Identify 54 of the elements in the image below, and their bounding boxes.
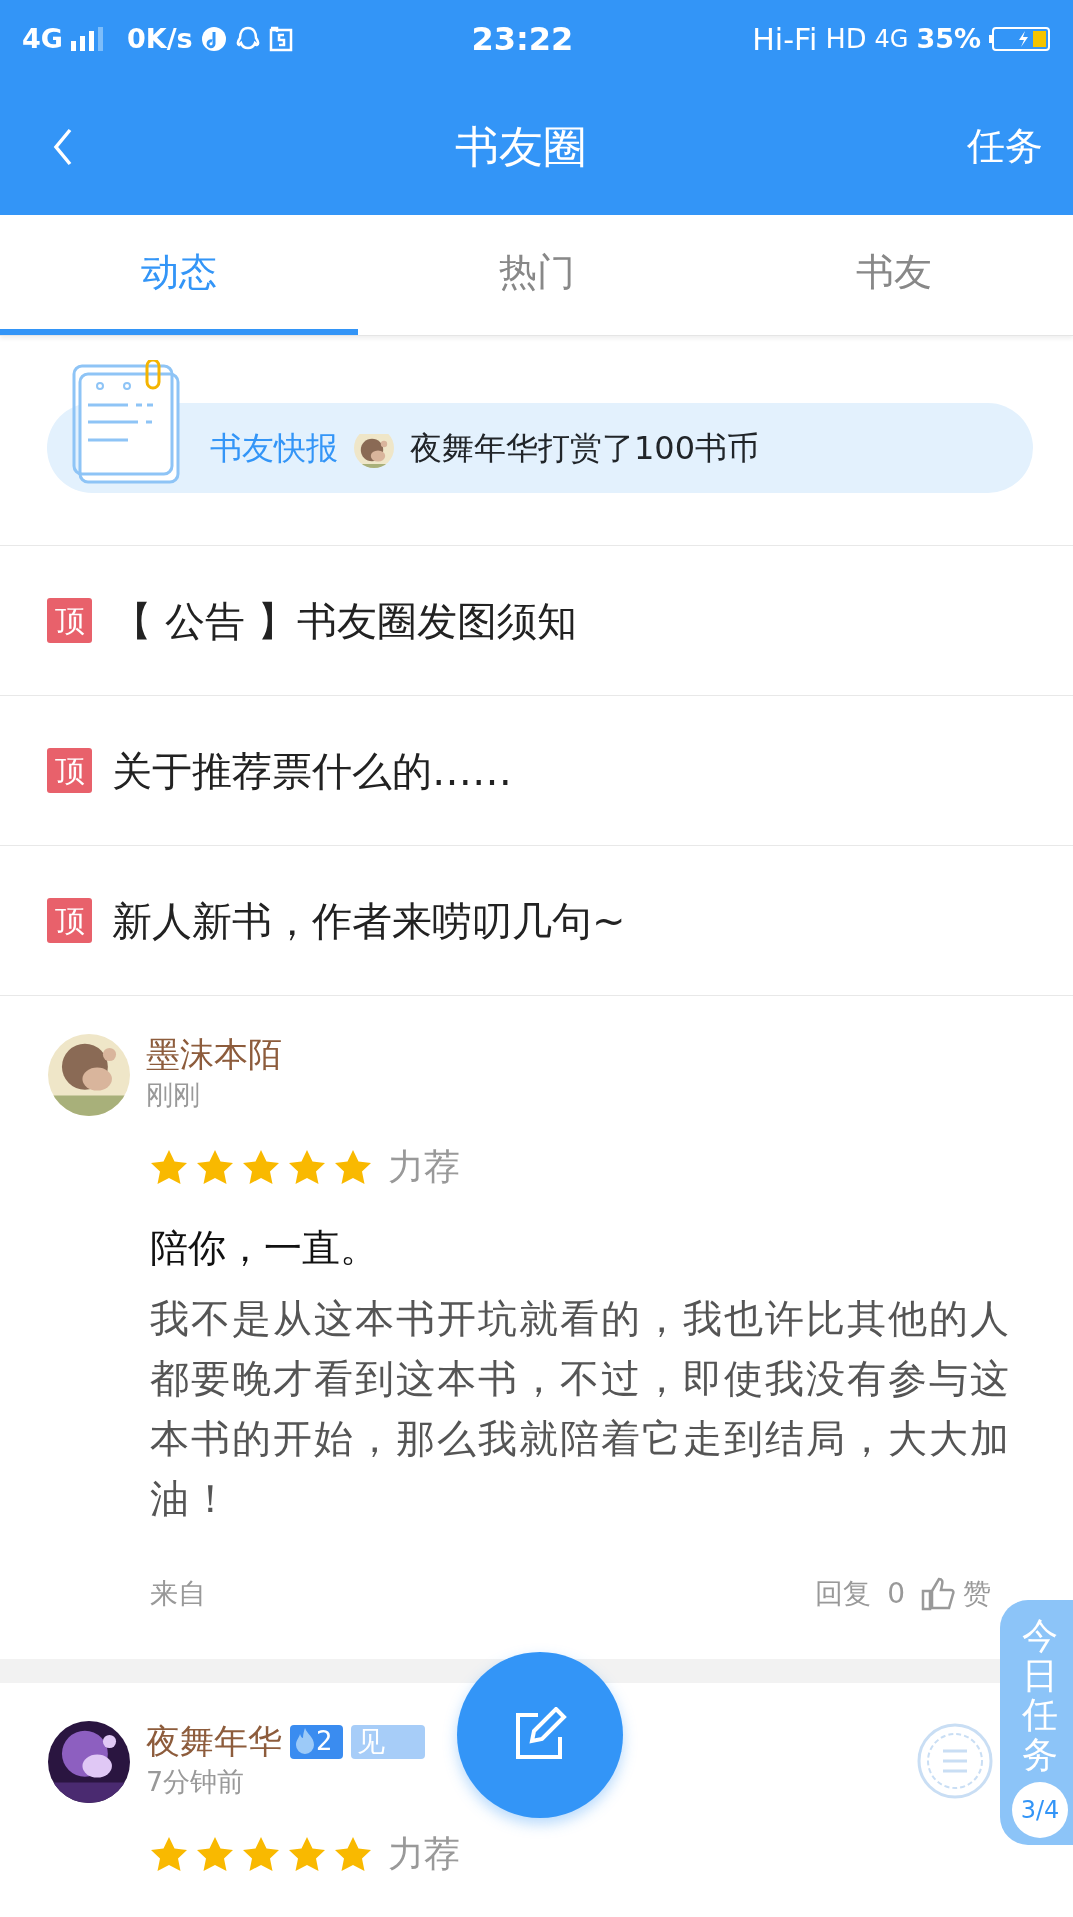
rating-label: 力荐 bbox=[388, 1145, 460, 1189]
tab[interactable]: 书友 bbox=[715, 215, 1073, 335]
rating-label: 力荐 bbox=[388, 1832, 460, 1876]
pinned-post-title[interactable]: 关于推荐票什么的…… bbox=[112, 740, 512, 801]
network-label: 4G bbox=[22, 21, 63, 56]
star-icon bbox=[150, 1149, 188, 1185]
pin-badge: 顶 bbox=[47, 748, 92, 793]
post-title: 陪你，一直。 bbox=[150, 1225, 379, 1272]
username[interactable]: 夜舞年华 bbox=[146, 1721, 282, 1763]
username[interactable]: 墨沫本陌 bbox=[146, 1034, 282, 1076]
battery-icon bbox=[989, 26, 1051, 52]
post-time: 刚刚 bbox=[146, 1078, 201, 1113]
task-label: 今日任务 bbox=[1022, 1616, 1058, 1775]
star-icon bbox=[196, 1836, 234, 1872]
title-badge: 见 bbox=[350, 1724, 425, 1759]
like-link[interactable]: 赞 bbox=[963, 1573, 991, 1615]
tab[interactable]: 动态 bbox=[0, 215, 358, 335]
star-icon bbox=[334, 1149, 372, 1185]
signal-icon bbox=[70, 27, 103, 51]
battery-percent: 35% bbox=[916, 21, 981, 56]
task-link[interactable]: 任务 bbox=[967, 118, 1043, 175]
flame-icon bbox=[294, 1727, 316, 1756]
time-label: 23:22 bbox=[470, 19, 575, 60]
reply-count: 0 bbox=[887, 1576, 905, 1612]
penguin-icon bbox=[234, 26, 261, 52]
news-label: 书友快报 bbox=[210, 428, 338, 469]
notepad-icon bbox=[72, 360, 182, 485]
hifi-label: Hi-Fi bbox=[752, 20, 818, 59]
compose-button[interactable] bbox=[457, 1652, 623, 1818]
news-text: 夜舞年华打赏了100书币 bbox=[410, 428, 760, 469]
reply-link[interactable]: 回复 bbox=[815, 1573, 872, 1615]
pin-badge: 顶 bbox=[47, 598, 92, 643]
page-title: 书友圈 bbox=[454, 119, 587, 174]
thumbs-up-icon[interactable] bbox=[921, 1577, 955, 1611]
post-body: 我不是从这本书开坑就看的，我也许比其他的人都要晚才看到这本书，不过，即使我没有参与这本书的开始，那么我就陪着它走到结局，大大加油！ bbox=[150, 1295, 1012, 1523]
star-icon bbox=[288, 1149, 326, 1185]
hd-label: HD bbox=[825, 21, 867, 56]
star-icon bbox=[242, 1836, 280, 1872]
star-icon bbox=[242, 1149, 280, 1185]
star-icon bbox=[288, 1836, 326, 1872]
star-icon bbox=[334, 1836, 372, 1872]
tab[interactable]: 热门 bbox=[357, 215, 716, 335]
music-icon bbox=[200, 26, 227, 52]
screenshot-icon bbox=[268, 26, 293, 52]
pinned-post-title[interactable]: 新人新书，作者来唠叨几句~ bbox=[112, 890, 626, 951]
pin-badge: 顶 bbox=[47, 898, 92, 943]
post-time: 7分钟前 bbox=[146, 1765, 246, 1800]
speed-label: 0K/s bbox=[126, 21, 193, 56]
fan-level-badge: 2 bbox=[290, 1724, 343, 1759]
network-label: 4G bbox=[874, 24, 909, 55]
pinned-post-title[interactable]: 【 公告 】书友圈发图须知 bbox=[112, 590, 578, 651]
source-label: 来自 bbox=[150, 1576, 207, 1612]
star-icon bbox=[196, 1149, 234, 1185]
star-icon bbox=[150, 1836, 188, 1872]
